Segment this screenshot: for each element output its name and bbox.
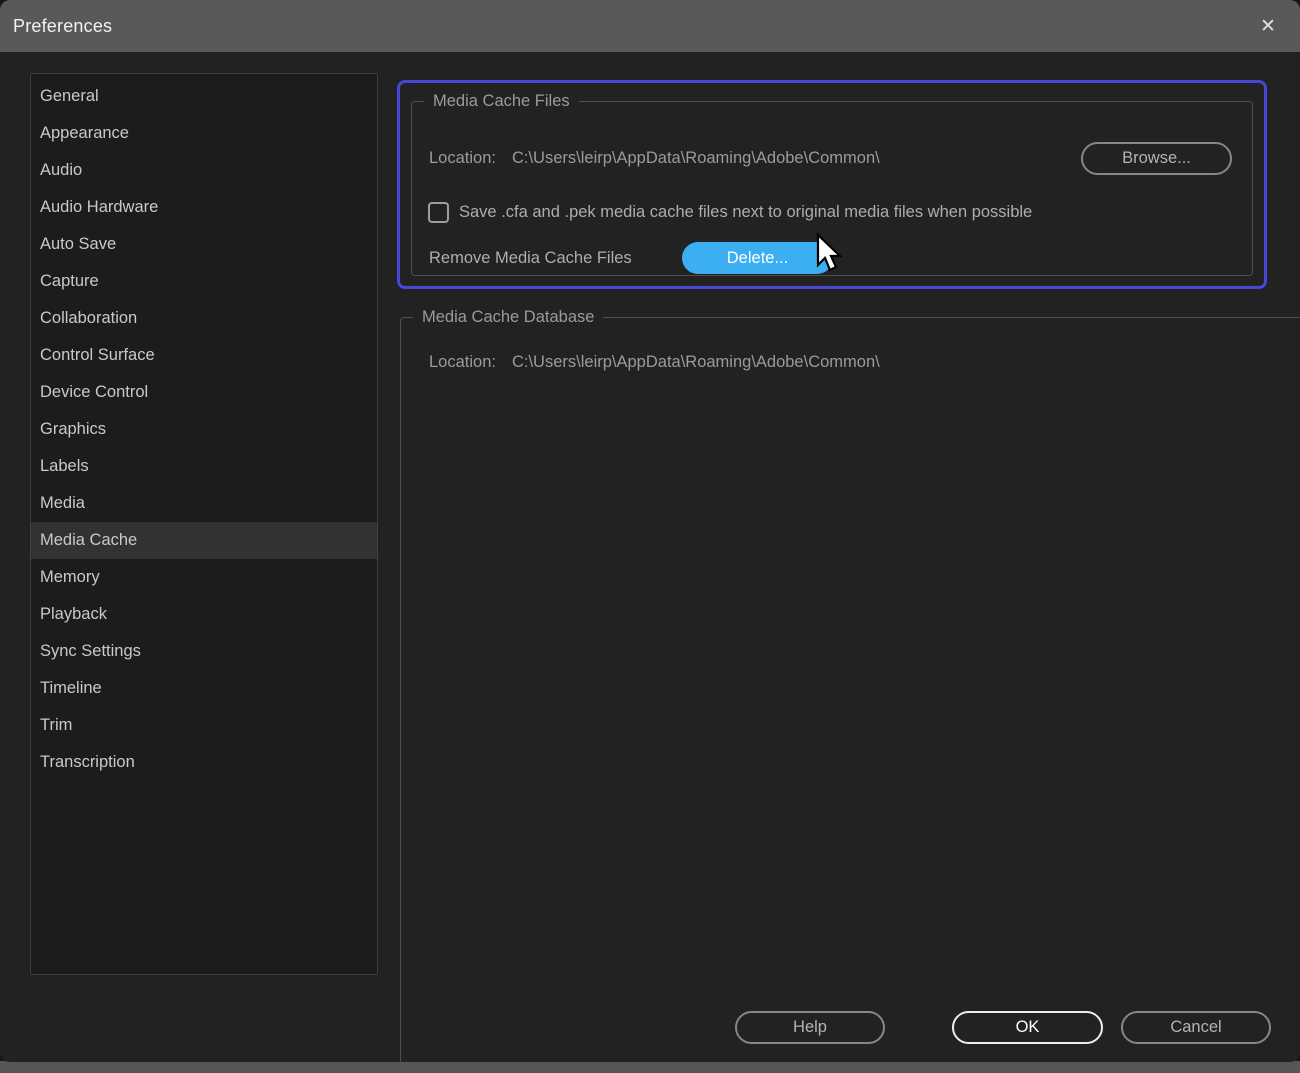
- save-next-to-media-row: Save .cfa and .pek media cache files nex…: [428, 200, 1032, 224]
- sidebar-item-general[interactable]: General: [31, 78, 377, 115]
- delete-cache-button[interactable]: Delete...: [682, 242, 833, 274]
- sidebar-item-sync-settings[interactable]: Sync Settings: [31, 633, 377, 670]
- ok-button[interactable]: OK: [952, 1011, 1103, 1044]
- titlebar: Preferences: [0, 0, 1300, 52]
- sidebar-item-memory[interactable]: Memory: [31, 559, 377, 596]
- sidebar-item-playback[interactable]: Playback: [31, 596, 377, 633]
- sidebar-item-audio[interactable]: Audio: [31, 152, 377, 189]
- cache-db-location-row: Location: C:\Users\leirp\AppData\Roaming…: [429, 346, 880, 379]
- media-cache-database-group: Media Cache Database Location: C:\Users\…: [400, 308, 1300, 1062]
- cache-files-location-row: Location: C:\Users\leirp\AppData\Roaming…: [429, 142, 880, 175]
- dialog-title: Preferences: [0, 16, 112, 37]
- sidebar-item-media[interactable]: Media: [31, 485, 377, 522]
- cache-files-browse-button[interactable]: Browse...: [1081, 142, 1232, 175]
- sidebar-item-trim[interactable]: Trim: [31, 707, 377, 744]
- sidebar-item-media-cache[interactable]: Media Cache: [31, 522, 377, 559]
- media-cache-files-focus-outline: Media Cache Files Location: C:\Users\lei…: [397, 80, 1267, 289]
- background-window-edge: [0, 1061, 1300, 1073]
- sidebar-item-control-surface[interactable]: Control Surface: [31, 337, 377, 374]
- sidebar-item-appearance[interactable]: Appearance: [31, 115, 377, 152]
- sidebar-item-timeline[interactable]: Timeline: [31, 670, 377, 707]
- location-label: Location:: [429, 353, 496, 372]
- sidebar-item-graphics[interactable]: Graphics: [31, 411, 377, 448]
- sidebar-item-auto-save[interactable]: Auto Save: [31, 226, 377, 263]
- media-cache-files-group: Media Cache Files Location: C:\Users\lei…: [411, 92, 1253, 276]
- sidebar-item-collaboration[interactable]: Collaboration: [31, 300, 377, 337]
- save-next-to-media-label: Save .cfa and .pek media cache files nex…: [459, 203, 1032, 222]
- help-button[interactable]: Help: [735, 1011, 885, 1044]
- remove-cache-label: Remove Media Cache Files: [429, 249, 632, 268]
- sidebar-item-capture[interactable]: Capture: [31, 263, 377, 300]
- sidebar-item-transcription[interactable]: Transcription: [31, 744, 377, 781]
- sidebar-item-audio-hardware[interactable]: Audio Hardware: [31, 189, 377, 226]
- save-next-to-media-checkbox[interactable]: [428, 202, 449, 223]
- media-cache-files-legend: Media Cache Files: [424, 92, 579, 111]
- cancel-button[interactable]: Cancel: [1121, 1011, 1271, 1044]
- preferences-category-list: General Appearance Audio Audio Hardware …: [30, 73, 378, 975]
- cache-db-location-path: C:\Users\leirp\AppData\Roaming\Adobe\Com…: [512, 353, 880, 372]
- location-label: Location:: [429, 149, 496, 168]
- preferences-dialog: Preferences ✕ General Appearance Audio A…: [0, 0, 1300, 1062]
- sidebar-item-device-control[interactable]: Device Control: [31, 374, 377, 411]
- cache-files-location-path: C:\Users\leirp\AppData\Roaming\Adobe\Com…: [512, 149, 880, 168]
- media-cache-database-legend: Media Cache Database: [413, 308, 603, 327]
- remove-cache-row: Remove Media Cache Files: [429, 242, 632, 274]
- sidebar-item-labels[interactable]: Labels: [31, 448, 377, 485]
- close-icon[interactable]: ✕: [1254, 12, 1282, 40]
